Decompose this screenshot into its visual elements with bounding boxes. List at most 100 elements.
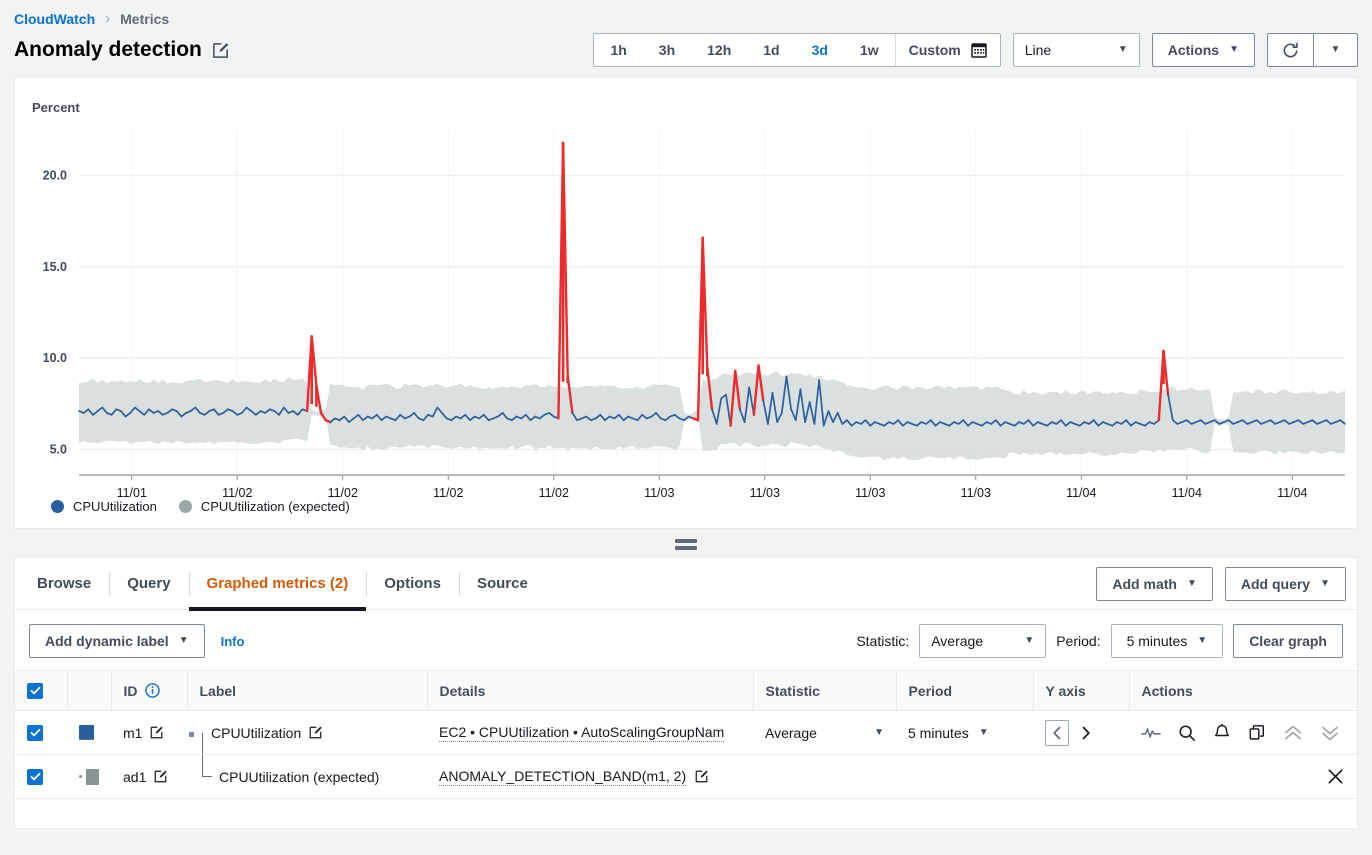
custom-label: Custom <box>908 42 961 58</box>
color-swatch-ad1[interactable] <box>79 768 99 785</box>
time-range-3d[interactable]: 3d <box>796 34 844 66</box>
breadcrumb-root[interactable]: CloudWatch <box>14 11 95 27</box>
info-icon[interactable] <box>144 683 160 698</box>
time-range-3h[interactable]: 3h <box>643 34 691 66</box>
add-dynamic-label-text: Add dynamic label <box>45 633 169 649</box>
tab-options[interactable]: Options <box>366 558 459 610</box>
header-id-label: ID <box>123 682 138 699</box>
tab-browse[interactable]: Browse <box>19 558 109 610</box>
graph-type-value: Line <box>1024 42 1052 58</box>
add-query-button[interactable]: Add query ▼ <box>1224 566 1346 601</box>
chart-canvas[interactable]: 5.0 10.0 15.0 20.0 11/01 11/02 11/02 11/02 11/02… <box>15 78 1357 528</box>
row-select-cell <box>15 754 67 799</box>
time-range-custom[interactable]: Custom <box>894 34 1000 66</box>
metrics-line-chart: 5.0 10.0 15.0 20.0 11/01 11/02 11/02 11/02 11/02… <box>43 130 1346 500</box>
actions-label: Actions <box>1167 42 1220 58</box>
breadcrumb: CloudWatch › Metrics <box>0 0 1372 29</box>
row-checkbox-ad1[interactable] <box>27 768 43 785</box>
legend-item-cpuutilization[interactable]: CPUUtilization <box>51 499 157 514</box>
refresh-icon <box>1281 41 1300 60</box>
edit-label-icon[interactable] <box>308 725 323 740</box>
anomaly-detection-icon[interactable] <box>1141 725 1161 741</box>
row-period-select-m1[interactable]: 5 minutes ▼ <box>908 725 1021 741</box>
row-statistic-select-m1[interactable]: Average ▼ <box>765 725 884 741</box>
refresh-button[interactable] <box>1267 33 1314 67</box>
chart-legend: CPUUtilization CPUUtilization (expected) <box>51 499 350 514</box>
tree-vertical-line <box>202 732 203 754</box>
legend-item-cpuutilization-expected[interactable]: CPUUtilization (expected) <box>178 499 350 514</box>
header-details: Details <box>426 670 753 711</box>
row-actions-cell <box>1129 754 1357 799</box>
select-all-checkbox[interactable] <box>27 682 43 699</box>
legend-label: CPUUtilization (expected) <box>200 499 350 514</box>
edit-title-icon[interactable] <box>211 41 230 60</box>
row-color-cell <box>67 710 111 755</box>
svg-text:11/01: 11/01 <box>117 486 147 500</box>
header-period: Period <box>895 670 1033 711</box>
statistic-select[interactable]: Average ▼ <box>919 624 1047 658</box>
chevron-down-icon: ▼ <box>1229 44 1239 55</box>
tab-bar: Browse Query Graphed metrics (2) Options… <box>15 558 1357 611</box>
duplicate-icon[interactable] <box>1248 724 1266 742</box>
row-label-cell: CPUUtilization <box>187 710 427 755</box>
refresh-options-button[interactable]: ▼ <box>1314 33 1358 67</box>
move-down-icon[interactable] <box>1320 724 1340 742</box>
actions-button[interactable]: Actions ▼ <box>1151 33 1255 67</box>
clear-graph-button[interactable]: Clear graph <box>1233 624 1343 658</box>
row-yaxis-cell <box>1033 754 1129 799</box>
svg-text:11/03: 11/03 <box>961 486 991 500</box>
panel-resize-row <box>0 531 1372 557</box>
y-axis-right-button[interactable] <box>1075 726 1095 740</box>
color-swatch-m1[interactable] <box>79 725 99 740</box>
svg-text:11/02: 11/02 <box>433 486 463 500</box>
row-statistic-cell: Average ▼ <box>753 710 896 755</box>
graphed-metrics-table: ID Label Details Statistic Period Y axis… <box>15 670 1357 799</box>
svg-text:11/03: 11/03 <box>750 486 780 500</box>
row-details-cell: EC2 • CPUUtilization • AutoScalingGroupN… <box>427 710 753 755</box>
tab-source[interactable]: Source <box>458 558 546 610</box>
chevron-down-icon: ▼ <box>1330 44 1341 55</box>
header-color <box>66 670 111 711</box>
edit-details-icon[interactable] <box>694 769 709 784</box>
y-axis-left-button[interactable] <box>1045 719 1069 746</box>
breadcrumb-current[interactable]: Metrics <box>120 11 169 27</box>
search-icon[interactable] <box>1178 724 1196 742</box>
row-details-m1[interactable]: EC2 • CPUUtilization • AutoScalingGroupN… <box>439 724 725 742</box>
alarm-bell-icon[interactable] <box>1213 723 1231 742</box>
time-range-1h[interactable]: 1h <box>594 34 642 66</box>
row-details-ad1[interactable]: ANOMALY_DETECTION_BAND(m1, 2) <box>439 768 687 786</box>
time-range-selector: 1h 3h 12h 1d 3d 1w Custom <box>593 33 1001 67</box>
period-value: 5 minutes <box>1126 633 1188 649</box>
remove-icon[interactable] <box>1326 767 1345 786</box>
statistic-value: Average <box>931 633 984 649</box>
edit-id-icon[interactable] <box>149 725 164 740</box>
row-period-value: 5 minutes <box>908 724 969 741</box>
resize-handle[interactable] <box>675 538 697 550</box>
clear-graph-label: Clear graph <box>1249 633 1327 649</box>
graph-type-select[interactable]: Line ▼ <box>1012 33 1140 67</box>
period-select[interactable]: 5 minutes ▼ <box>1110 624 1224 658</box>
statistic-period-controls: Statistic: Average ▼ Period: 5 minutes ▼… <box>856 624 1343 658</box>
tab-query[interactable]: Query <box>109 558 188 610</box>
row-checkbox-m1[interactable] <box>27 724 43 741</box>
legend-color-dot <box>51 500 64 513</box>
time-range-12h[interactable]: 12h <box>691 34 747 66</box>
edit-id-icon[interactable] <box>153 769 168 784</box>
add-math-button[interactable]: Add math ▼ <box>1096 566 1213 601</box>
time-range-1d[interactable]: 1d <box>747 34 795 66</box>
tab-graphed-metrics[interactable]: Graphed metrics (2) <box>188 558 367 611</box>
page-title-text: Anomaly detection <box>14 38 202 61</box>
header-controls: 1h 3h 12h 1d 3d 1w Custom Line ▼ Actions… <box>593 33 1358 67</box>
table-row: m1 CPUUtilization EC2 • CPUUtilization •… <box>15 710 1357 755</box>
svg-text:5.0: 5.0 <box>50 442 67 456</box>
chevron-down-icon: ▼ <box>978 726 989 738</box>
move-up-icon[interactable] <box>1283 724 1303 742</box>
row-period-cell: 5 minutes ▼ <box>896 710 1033 755</box>
add-dynamic-label-button[interactable]: Add dynamic label ▼ <box>29 624 205 658</box>
statistic-label: Statistic: <box>856 633 910 649</box>
info-link[interactable]: Info <box>221 634 245 649</box>
period-label: Period: <box>1056 633 1101 649</box>
refresh-group: ▼ <box>1267 33 1358 67</box>
time-range-1w[interactable]: 1w <box>844 34 895 66</box>
tab-bar-actions: Add math ▼ Add query ▼ <box>1096 566 1353 601</box>
